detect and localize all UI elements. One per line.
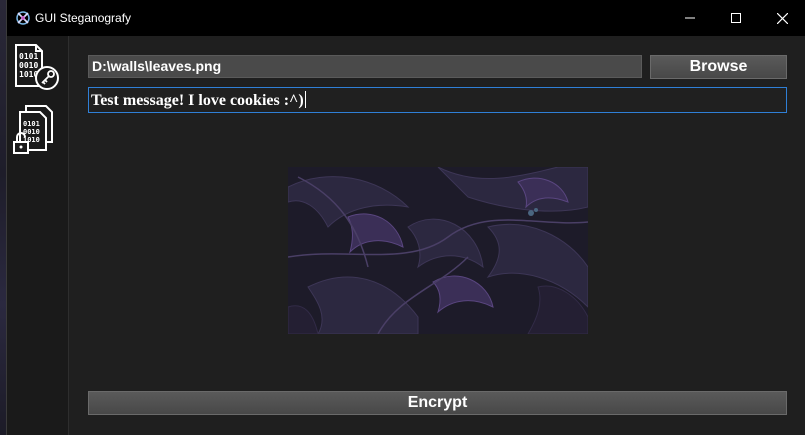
maximize-button[interactable]: [713, 0, 759, 36]
sidebar-item-encrypt[interactable]: 0101 0010 1010: [12, 42, 64, 94]
file-path-field[interactable]: D:\walls\leaves.png: [88, 55, 642, 78]
binary-files-lock-icon: 0101 0010 1010: [13, 105, 53, 154]
text-caret: [304, 91, 306, 108]
encrypt-button[interactable]: Encrypt: [88, 391, 787, 415]
maximize-icon: [731, 13, 741, 23]
main-content: D:\walls\leaves.png Browse Test message!…: [69, 36, 805, 435]
window-title: GUI Steganografy: [35, 11, 132, 25]
leaves-wallpaper-image: [288, 167, 588, 334]
minimize-button[interactable]: [667, 0, 713, 36]
title-bar[interactable]: GUI Steganografy: [7, 0, 805, 36]
browse-button-label: Browse: [689, 58, 748, 75]
message-field[interactable]: Test message! I love cookies :^): [88, 87, 787, 113]
browse-button[interactable]: Browse: [650, 55, 787, 79]
close-button[interactable]: [759, 0, 805, 36]
svg-text:0010: 0010: [23, 128, 40, 136]
minimize-icon: [685, 17, 695, 19]
binary-file-key-icon: 0101 0010 1010: [15, 44, 59, 90]
close-icon: [776, 12, 788, 24]
app-logo-icon: [16, 11, 30, 25]
app-window: GUI Steganografy 0101 0010 1010 0101 001…: [6, 0, 805, 435]
sidebar-item-decrypt[interactable]: 0101 0010 1010: [12, 104, 64, 156]
message-text: Test message! I love cookies :^): [91, 92, 304, 109]
svg-text:0101: 0101: [19, 52, 38, 61]
svg-text:0010: 0010: [19, 61, 38, 70]
sidebar: 0101 0010 1010 0101 0010 1010: [7, 36, 69, 435]
encrypt-button-label: Encrypt: [407, 394, 468, 411]
svg-text:0101: 0101: [23, 120, 40, 128]
image-preview: [288, 167, 588, 334]
